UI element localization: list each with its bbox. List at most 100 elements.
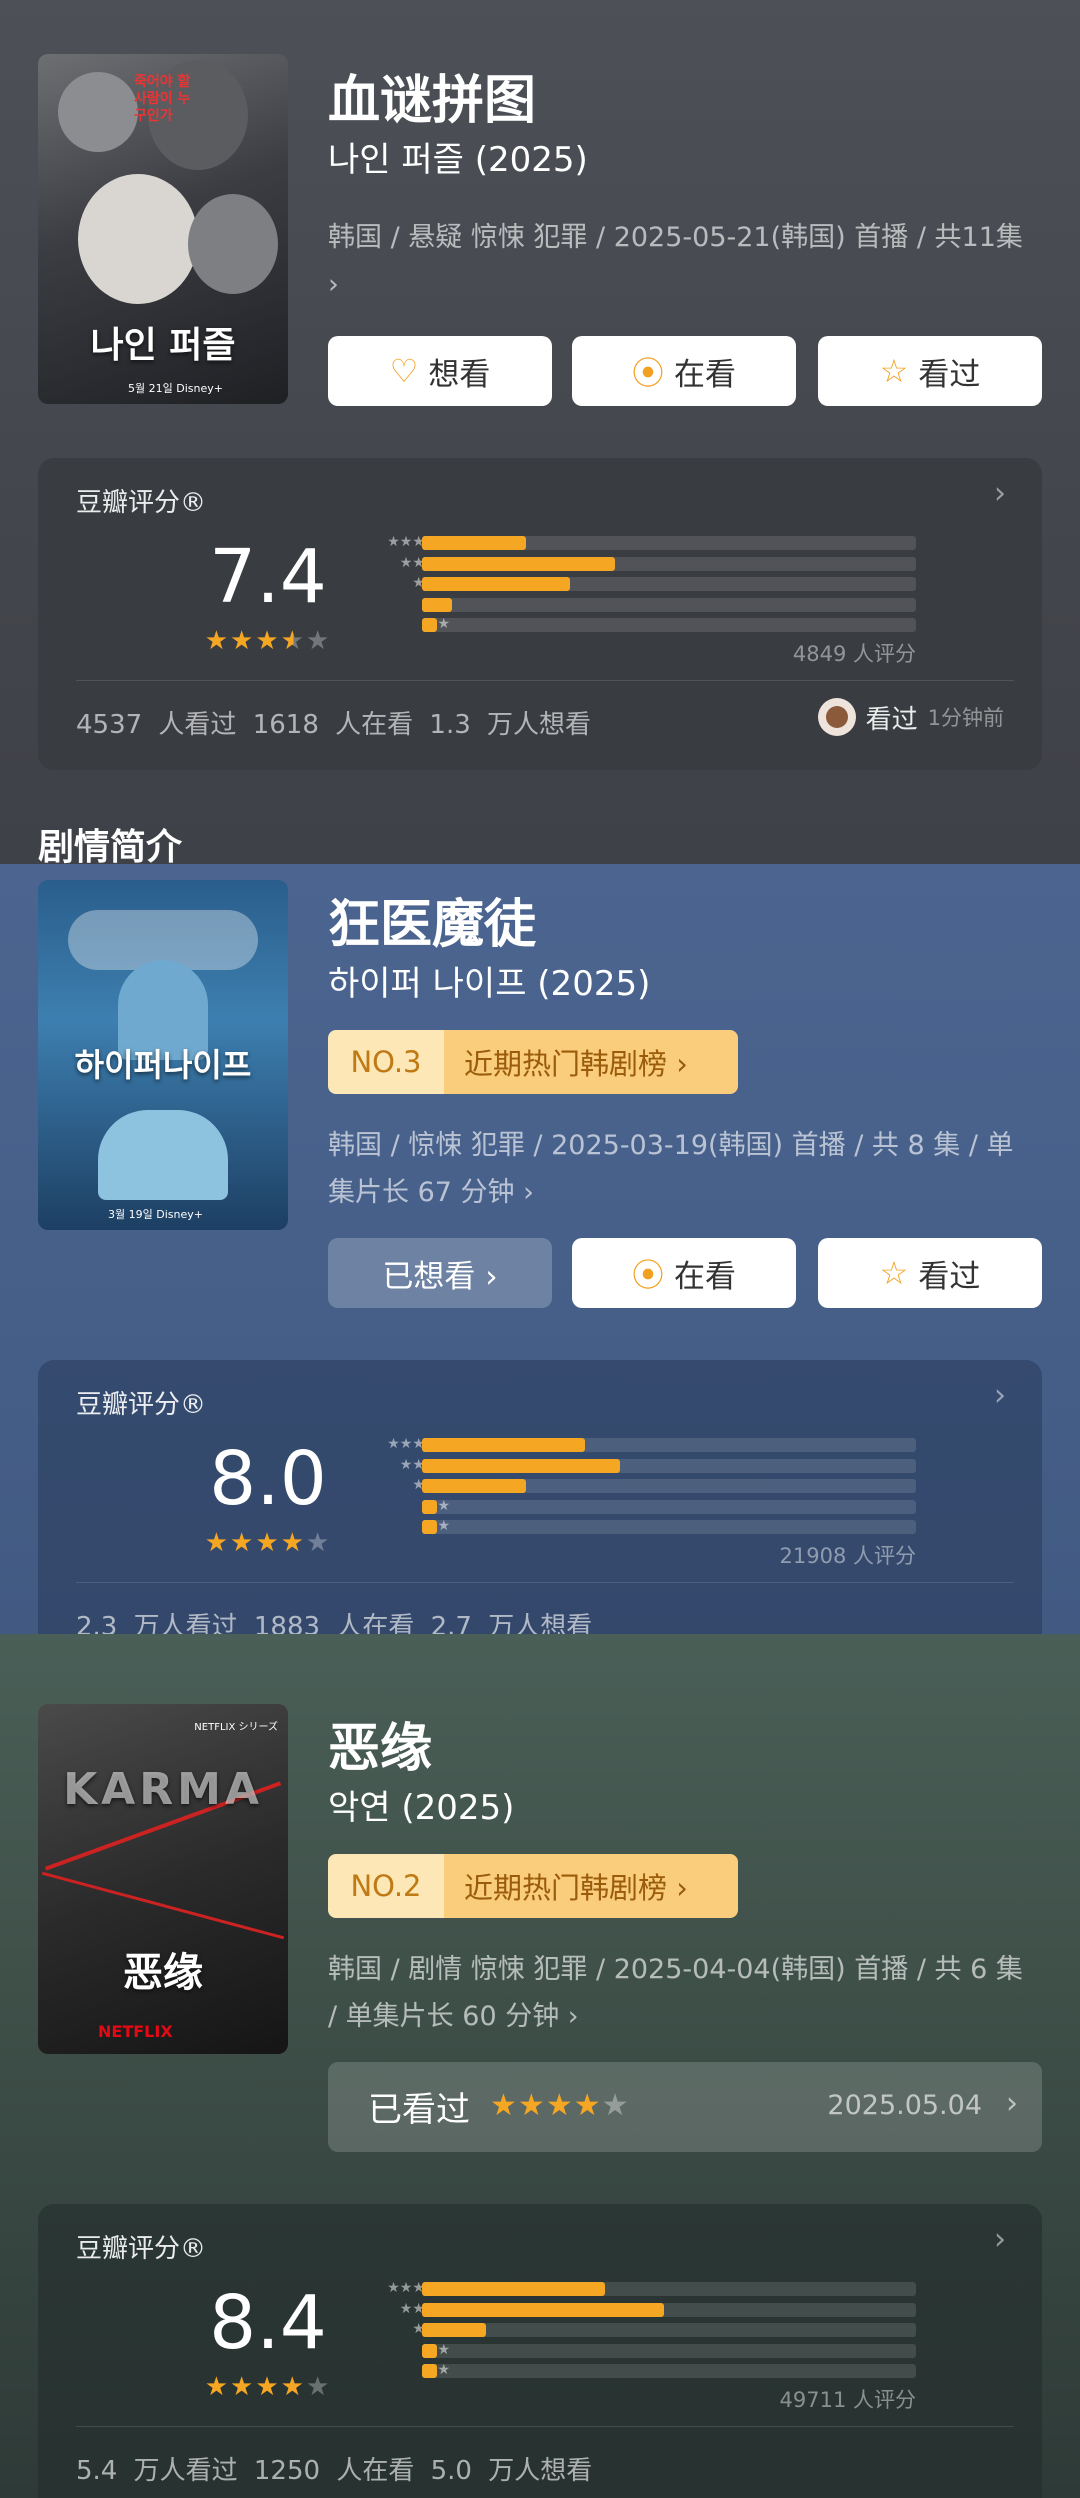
show-header-section-1: 죽어야 할 사람이 누구인가 나인 퍼즐 5월 21일 Disney+ 血谜拼图…	[0, 0, 1080, 864]
rating-card[interactable]: 豆瓣评分® › 7.4 ★★★★★ 4849 人评分 4537 人看过 1618…	[38, 458, 1042, 770]
rating-card[interactable]: 豆瓣评分® › 8.4 ★★★★★ 49711 人评分 5.4 万人看过 125…	[38, 2204, 1042, 2498]
show-header-section-3: NETFLIX シリーズ KARMA 恶缘 NETFLIX 恶缘 악연 (202…	[0, 1634, 1080, 2498]
show-meta-info[interactable]: 韩国 / 悬疑 惊悚 犯罪 / 2025-05-21(韩国) 首播 / 共11集…	[328, 214, 1040, 308]
dist-bar-fill	[422, 2323, 487, 2337]
chevron-right-icon: ›	[994, 2222, 1006, 2257]
poster-face-shape	[58, 72, 138, 152]
star-icon: ★	[255, 2372, 281, 2402]
rank-badge[interactable]: NO.3 近期热门韩剧榜 ›	[328, 1030, 738, 1094]
poster-title: 나인 퍼즐	[90, 325, 236, 366]
dist-bar-fill	[422, 2343, 437, 2358]
want-count: 5.0 万人想看	[430, 2456, 593, 2486]
rank-list-label: 近期热门韩剧榜 ›	[444, 1030, 738, 1094]
show-title: 血谜拼图	[328, 71, 537, 131]
show-subtitle: 악연 (2025)	[328, 1788, 515, 1828]
show-meta-info[interactable]: 韩国 / 惊悚 犯罪 / 2025-03-19(韩国) 首播 / 共 8 集 /…	[328, 1122, 1040, 1216]
button-label: 在看	[674, 1258, 736, 1295]
poster-image[interactable]: 죽어야 할 사람이 누구인가 나인 퍼즐 5월 21일 Disney+	[38, 54, 288, 404]
star-icon: ★	[204, 2372, 231, 2402]
star-icon: ★	[490, 2088, 518, 2123]
star-icon: ★	[545, 2088, 574, 2123]
dist-bar-track	[422, 2364, 916, 2378]
show-header-section-2: 하이퍼나이프 3월 19일 Disney+ 狂医魔徒 하이퍼 나이프 (2025…	[0, 864, 1080, 1634]
star-outline-icon: ☆	[879, 352, 909, 390]
dist-bar-fill	[422, 1499, 437, 1514]
show-title: 恶缘	[328, 1719, 433, 1779]
show-title: 狂医魔徒	[328, 895, 537, 955]
watched-button[interactable]: ☆ 看过	[818, 336, 1042, 406]
poster-face-shape	[78, 174, 198, 304]
friend-status: 看过	[865, 704, 918, 735]
dist-bar-fill	[422, 597, 452, 612]
dist-bar-fill	[422, 1479, 526, 1493]
dist-bar-track	[422, 2302, 916, 2317]
netflix-logo: NETFLIX	[98, 2022, 173, 2041]
poster-image[interactable]: 하이퍼나이프 3월 19일 Disney+	[38, 880, 288, 1230]
poster-thread-shape	[41, 1871, 285, 1940]
watched-count: 5.4 万人看过	[76, 2456, 238, 2486]
friend-activity[interactable]: 看过 1分钟前	[817, 698, 1004, 736]
poster-face-shape	[188, 194, 278, 294]
want-to-watch-button[interactable]: ♡ 想看	[328, 336, 552, 406]
poster-tagline: 죽어야 할 사람이 누구인가	[134, 74, 191, 124]
button-label: 在看	[674, 356, 736, 393]
rating-count: 21908 人评分	[779, 1544, 916, 1568]
show-meta-info[interactable]: 韩国 / 剧情 惊悚 犯罪 / 2025-04-04(韩国) 首播 / 共 6 …	[328, 1946, 1040, 2040]
star-icon: ★	[280, 1528, 306, 1558]
poster-caption: 3월 19일 Disney+	[108, 1208, 203, 1221]
chevron-right-icon: ›	[1006, 2086, 1018, 2121]
wanted-button[interactable]: 已想看 ›	[328, 1238, 552, 1308]
rating-count: 4849 人评分	[792, 642, 916, 666]
dist-bar-track	[422, 2343, 916, 2358]
rating-card-title: 豆瓣评分®	[76, 2234, 207, 2264]
rank-list-label: 近期热门韩剧榜 ›	[444, 1854, 738, 1918]
dist-bar-fill	[422, 577, 571, 591]
rank-badge[interactable]: NO.2 近期热门韩剧榜 ›	[328, 1854, 738, 1918]
dist-bar-fill	[422, 536, 526, 550]
watched-count: 2.3 万人看过	[76, 1612, 238, 1634]
dist-bar-track	[422, 556, 916, 571]
watched-date: 2025.05.04	[827, 2090, 982, 2121]
button-label: 已想看 ›	[382, 1258, 498, 1295]
poster-caption: NETFLIX シリーズ	[194, 1722, 278, 1733]
rating-card[interactable]: 豆瓣评分® › 8.0 ★★★★★ 21908 人评分 2.3 万人看过 188…	[38, 1360, 1042, 1634]
dist-bar-track	[422, 2323, 916, 2337]
watched-count: 4537 人看过	[76, 710, 237, 740]
dist-bar-track	[422, 536, 916, 550]
rating-card-title: 豆瓣评分®	[76, 488, 207, 518]
show-subtitle: 나인 퍼즐 (2025)	[328, 140, 588, 180]
watching-button[interactable]: ⦿ 在看	[572, 336, 796, 406]
watching-count: 1618 人在看	[252, 710, 414, 740]
watched-status-bar[interactable]: 已看过 ★★★★★ 2025.05.04 ›	[328, 2062, 1042, 2152]
dist-bar-fill	[422, 1438, 586, 1452]
star-outline-icon: ☆	[879, 1254, 909, 1292]
poster-title: 恶缘	[123, 1950, 203, 1996]
rating-count: 49711 人评分	[779, 2388, 916, 2412]
star-icon: ★	[280, 2372, 306, 2402]
dist-bar-track	[422, 577, 916, 591]
star-icon: ★	[204, 1528, 231, 1558]
watching-count: 1883 人在看	[253, 1612, 415, 1634]
button-label: 看过	[918, 356, 981, 393]
rating-card-title: 豆瓣评分®	[76, 1390, 207, 1420]
dist-bar-track	[422, 1438, 916, 1452]
dist-bar-fill	[422, 2364, 437, 2378]
dist-bar-track	[422, 618, 916, 632]
watch-stats: 5.4 万人看过 1250 人在看 5.0 万人想看	[76, 2450, 592, 2487]
poster-tagline: KARMA	[63, 1764, 263, 1815]
record-icon: ⦿	[631, 1256, 664, 1294]
watching-button[interactable]: ⦿ 在看	[572, 1238, 796, 1308]
poster-image[interactable]: NETFLIX シリーズ KARMA 恶缘 NETFLIX	[38, 1704, 288, 2054]
dist-bar-fill	[422, 1520, 437, 1534]
dist-bar-track	[422, 1499, 916, 1514]
watched-button[interactable]: ☆ 看过	[818, 1238, 1042, 1308]
button-label: 想看	[428, 356, 491, 393]
button-label: 看过	[918, 1258, 981, 1295]
synopsis-heading: 剧情简介	[38, 827, 183, 864]
watched-label: 已看过	[368, 2090, 470, 2130]
dist-bar-fill	[422, 2302, 665, 2317]
chevron-right-icon: ›	[994, 476, 1006, 511]
watching-count: 1250 人在看	[253, 2456, 415, 2486]
watch-stats: 2.3 万人看过 1883 人在看 2.7 万人想看	[76, 1606, 592, 1634]
rank-number: NO.3	[328, 1030, 444, 1094]
